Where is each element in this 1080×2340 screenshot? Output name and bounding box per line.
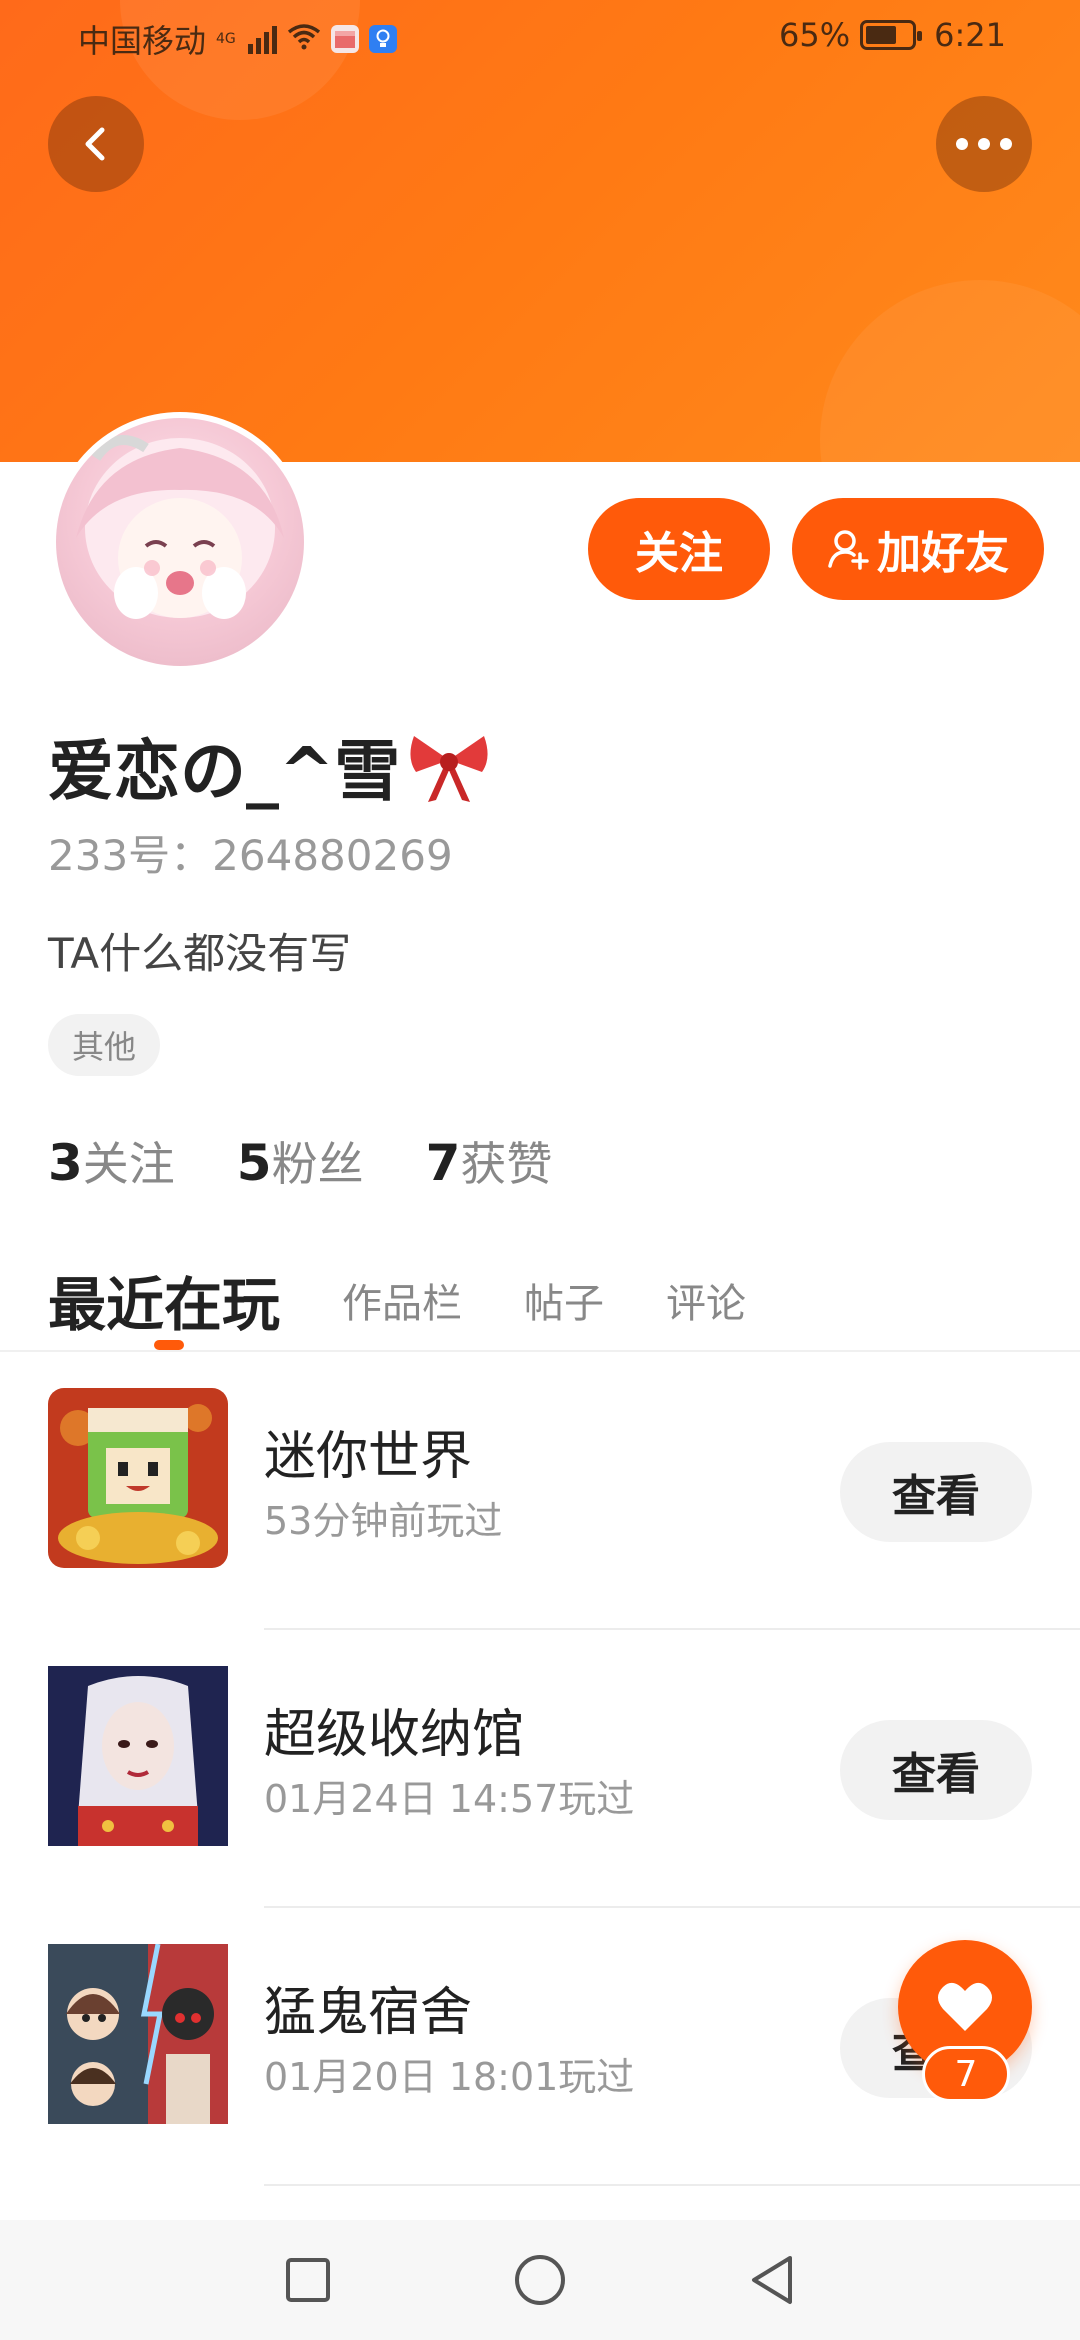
game-last-played: 53分钟前玩过 [264, 1499, 503, 1543]
follow-label: 关注 [635, 528, 723, 579]
avatar-image [56, 418, 304, 666]
tab-comments[interactable]: 评论 [666, 1271, 746, 1329]
signal-icon [247, 24, 277, 54]
triangle-back-icon [752, 2256, 792, 2304]
square-icon [286, 2258, 330, 2302]
game-icon [48, 1388, 228, 1568]
profile-page: 中国移动 4G 65% 6:21 关注 加好友 爱恋の_^雪 233号：2648… [0, 0, 1080, 2340]
clock: 6:21 [934, 16, 1006, 54]
circle-icon [515, 2255, 565, 2305]
bow-icon [410, 736, 488, 802]
stat-likes[interactable]: 7 获赞 [426, 1128, 553, 1194]
recent-apps-button[interactable] [278, 2250, 338, 2310]
stat-label: 粉丝 [271, 1137, 364, 1191]
heart-icon [938, 1982, 992, 2031]
more-horizontal-icon [956, 138, 1012, 150]
game-last-played: 01月24日 14:57玩过 [264, 1777, 635, 1821]
stat-number: 7 [425, 1134, 461, 1192]
home-button[interactable] [510, 2250, 570, 2310]
list-item[interactable]: 迷你世界 53分钟前玩过 查看 [0, 1352, 1080, 1630]
tab-recent[interactable]: 最近在玩 [48, 1258, 280, 1342]
battery-icon [860, 20, 923, 50]
tab-posts[interactable]: 帖子 [524, 1271, 604, 1329]
profile-name-text: 爱恋の_^雪 [48, 733, 401, 810]
list-item[interactable]: 超级收纳馆 01月24日 14:57玩过 查看 [0, 1630, 1080, 1908]
chevron-left-icon [85, 127, 105, 161]
battery-percent: 65% [779, 16, 851, 54]
bulb-notification-icon [368, 25, 397, 53]
like-count: 7 [922, 2046, 1010, 2102]
network-type: 4G [216, 31, 236, 47]
wifi-icon [287, 20, 321, 58]
back-nav-button[interactable] [742, 2250, 802, 2310]
game-icon [48, 1666, 228, 1846]
system-nav-bar [0, 2220, 1080, 2340]
game-title: 猛鬼宿舍 [264, 1983, 473, 2043]
bio-text: TA什么都没有写 [48, 929, 352, 978]
stats-row: 3 关注 5 粉丝 7 获赞 [48, 1128, 552, 1194]
profile-tag: 其他 [48, 1014, 161, 1076]
app-notification-icon [330, 25, 359, 53]
tab-works[interactable]: 作品栏 [342, 1271, 462, 1329]
stat-followers[interactable]: 5 粉丝 [237, 1128, 364, 1194]
add-friend-button[interactable]: 加好友 [792, 498, 1044, 600]
stat-following[interactable]: 3 关注 [48, 1128, 175, 1194]
game-last-played: 01月20日 18:01玩过 [264, 2055, 635, 2099]
follow-button[interactable]: 关注 [588, 498, 770, 600]
view-button[interactable]: 查看 [840, 1720, 1032, 1820]
game-icon [48, 1944, 228, 2124]
view-button[interactable]: 查看 [840, 1442, 1032, 1542]
add-user-icon [828, 530, 869, 570]
avatar[interactable] [50, 412, 310, 672]
stat-label: 获赞 [460, 1137, 553, 1191]
game-title: 超级收纳馆 [264, 1705, 525, 1765]
profile-name: 爱恋の_^雪 [48, 718, 492, 814]
divider [264, 2184, 1080, 2186]
user-id: 233号：264880269 [48, 831, 453, 880]
add-friend-label: 加好友 [877, 528, 1009, 579]
stat-label: 关注 [82, 1137, 175, 1191]
tab-bar: 最近在玩 作品栏 帖子 评论 [48, 1250, 746, 1350]
stat-number: 5 [236, 1134, 272, 1192]
carrier-label: 中国移动 [78, 22, 207, 60]
status-bar: 中国移动 4G 65% 6:21 [0, 0, 1080, 72]
game-title: 迷你世界 [264, 1427, 473, 1487]
tab-indicator [154, 1340, 184, 1350]
more-button[interactable] [936, 96, 1032, 192]
stat-number: 3 [48, 1134, 83, 1192]
back-button[interactable] [48, 96, 144, 192]
